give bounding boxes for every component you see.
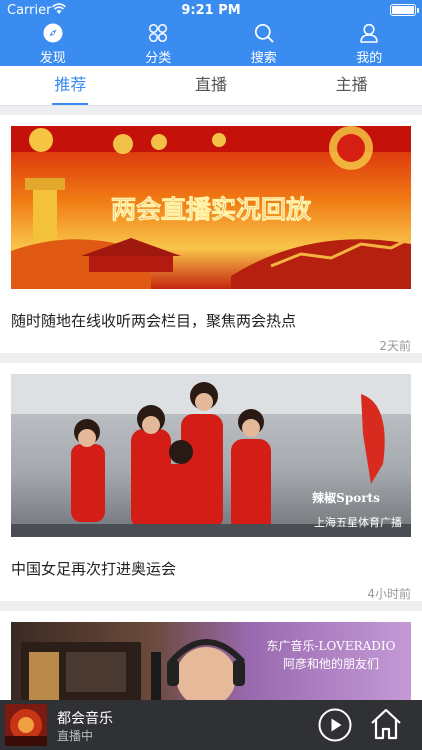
home-icon[interactable] [368,706,404,742]
feed-card-time: 2天前 [379,339,411,353]
nav-item-label: 搜索 [250,51,277,66]
nav-item-search[interactable]: 搜索 [211,20,317,66]
status-time: 9:21 PM [181,3,241,18]
nav-item-mine[interactable]: 我的 [317,20,422,66]
feed-card[interactable]: 两会直播实况回放 随时随地在线收听两会栏目，聚焦两会热点 2天前 [0,115,422,353]
tab-recommended[interactable]: 推荐 [0,66,141,105]
nav-item-discover[interactable]: 发现 [0,20,106,66]
sub-tabs: 推荐 直播 主播 [0,66,422,106]
feed-list: 两会直播实况回放 随时随地在线收听两会栏目，聚焦两会热点 2天前 辣椒Sport… [0,106,422,700]
nav-item-category[interactable]: 分类 [106,20,212,66]
nav-item-label: 我的 [356,51,383,66]
watermark-text: 上海五星体育广播 [314,515,402,529]
feed-card-time: 4小时前 [367,587,411,601]
mini-player[interactable]: 都会音乐 直播中 [0,700,422,750]
tab-hosts[interactable]: 主播 [281,66,422,105]
feed-card-image: 两会直播实况回放 [11,126,411,289]
play-button-icon[interactable] [318,708,352,742]
watermark-text: 辣椒Sports [312,490,380,505]
feed-card-title: 随时随地在线收听两会栏目，聚焦两会热点 [11,312,297,330]
grid-icon [149,23,168,43]
feed-card-image: 东广音乐-LOVERADIO 阿彦和他的朋友们 [11,622,411,700]
feed-card-title: 中国女足再次打进奥运会 [11,560,177,578]
top-bar: Carrier 9:21 PM 发现 分类 搜索 我的 [0,0,422,66]
station-artwork [5,704,47,746]
watermark-text: 东广音乐-LOVERADIO [267,638,396,653]
search-icon [254,23,274,43]
main-nav: 发现 分类 搜索 我的 [0,20,422,66]
compass-icon [43,23,63,43]
feed-card[interactable]: 辣椒Sports 上海五星体育广播 中国女足再次打进奥运会 4小时前 [0,363,422,601]
battery-icon [390,4,419,16]
watermark-text: 阿彦和他的朋友们 [283,656,379,671]
feed-card[interactable]: 东广音乐-LOVERADIO 阿彦和他的朋友们 [0,611,422,700]
station-name: 都会音乐 [57,711,113,727]
user-icon [360,23,379,43]
station-status: 直播中 [57,729,94,743]
nav-item-label: 分类 [145,51,172,66]
banner-text: 两会直播实况回放 [111,195,312,224]
status-bar: Carrier 9:21 PM [0,0,422,20]
feed-card-image: 辣椒Sports 上海五星体育广播 [11,374,411,537]
nav-item-label: 发现 [39,51,66,66]
tab-live[interactable]: 直播 [141,66,282,105]
